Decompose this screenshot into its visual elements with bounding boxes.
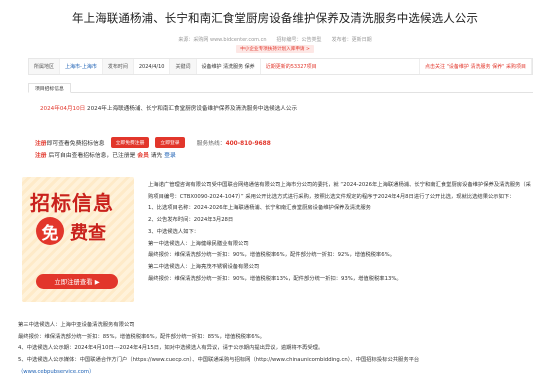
info-table: 所属地区 上海市-上海市 发布时间 2024/4/10 关键词 设备维护 清洗服… [28, 58, 533, 75]
hotline-label: 服务热线： [196, 141, 226, 147]
meta-update: 发布者：更新日期 [331, 37, 372, 43]
date-label: 发布时间 [102, 59, 134, 74]
login-line-text: 后可自由查看招标信息，已注册是 [48, 153, 136, 159]
keyword-values[interactable]: 设备维护 清洗服务 保养 [197, 59, 261, 74]
body-paragraph: 2、公告发布时间：2024年3月28日 [148, 217, 234, 224]
notice-line: 2024年04月10日 2024年上海联通杨浦、长宁和南汇食堂厨房设备维护保养及… [40, 104, 297, 112]
region-value[interactable]: 上海市-上海市 [60, 59, 103, 74]
body-paragraph: 最终报价：维保清洗部分统一折扣：85%，增值税税率6%，配件部分统一折扣：85%… [18, 333, 265, 340]
body-paragraph: 第三中选候选人：上海中亚设备清洗服务有限公司 [18, 322, 135, 328]
banner-free-badge: 免 [36, 217, 64, 245]
tag-line: 中小企业专项扶持计划入库申请 > [0, 45, 550, 53]
body-paragraph: 3、中选候选人如下： [148, 228, 200, 235]
keyword-label: 关键词 [170, 59, 197, 74]
announcement-continued: 第三中选候选人：上海中亚设备清洗服务有限公司 最终报价：维保清洗部分统一折扣：8… [18, 320, 533, 379]
body-paragraph: 第二中选候选人：上海亮茂不锈钢设备有限公司 [148, 263, 260, 270]
promo-banner[interactable]: 招标信息 免 费查 立即注册查看 ▶ [22, 177, 134, 302]
login-line: 注册 后可自由查看招标信息，已注册是 会员 请先 登录 [35, 150, 176, 159]
date-value: 2024/4/10 [134, 59, 171, 74]
body-paragraph: 最终报价：维保清洗部分统一折扣：90%，增值税税率13%，配件部分统一折扣：93… [148, 275, 402, 282]
login-line-register[interactable]: 注册 [35, 153, 47, 159]
tab-bar: 项目招标信息 [28, 83, 533, 93]
footer-link[interactable]: （www.cebpubservice.com） [18, 367, 533, 379]
recent-update-link[interactable]: 近期更新的53327项目 [261, 59, 421, 74]
sme-apply-link[interactable]: 中小企业专项扶持计划入库申请 > [236, 45, 314, 53]
hotline-number: 400-810-9688 [225, 141, 271, 147]
register-line: 注册 即可查看免费招标信息 立即免费注册 立即登录 服务热线：400-810-9… [35, 137, 271, 148]
notice-date: 2024年04月10日 [40, 106, 86, 112]
body-paragraph: 上海诺广管理咨询有限公司受中国联合网络通信有限公司上海市分公司的委托，就 “20… [148, 182, 531, 200]
announcement-body: 上海诺广管理咨询有限公司受中国联合网络通信有限公司上海市分公司的委托，就 “20… [148, 180, 534, 285]
banner-line1: 招标信息 [30, 191, 114, 215]
register-button[interactable]: 立即免费注册 [110, 137, 150, 148]
meta-bar: 来源：采购网 www.bidcenter.com.cn 招标编号：公告类型 发布… [0, 36, 550, 43]
meta-category: 招标编号：公告类型 [276, 37, 322, 43]
body-paragraph: 4、中选候选人公示期：2024年4月10日---2024年4月15日，如对中选候… [18, 345, 324, 352]
region-label: 所属地区 [29, 59, 61, 74]
login-line-text2: 请先 [150, 153, 163, 159]
meta-source: 来源：采购网 www.bidcenter.com.cn [178, 37, 267, 43]
register-text: 即可查看免费招标信息 [46, 141, 105, 147]
register-bold: 注册 [35, 141, 47, 147]
follow-project-link[interactable]: 点击关注 "设备维护 清洗服务 保养" 采购项目 [420, 59, 532, 74]
body-paragraph: 1、比选项目名称：2024-2026年上海联通杨浦、长宁和南汇食堂厨房设备维护保… [148, 205, 371, 212]
login-link[interactable]: 登录 [164, 153, 176, 159]
page-title: 年上海联通杨浦、长宁和南汇食堂厨房设备维护保养及清洗服务中选候选人公示 [72, 11, 478, 25]
tab-project-info[interactable]: 项目招标信息 [28, 83, 71, 93]
body-paragraph: 5、中选候选人公示媒体：中国联通合作方门户（https://www.cuecp.… [18, 357, 420, 364]
hotline: 服务热线：400-810-9688 [197, 138, 271, 147]
login-button[interactable]: 立即登录 [155, 137, 185, 148]
banner-line2: 费查 [70, 223, 106, 244]
notice-text[interactable]: 2024年上海联通杨浦、长宁和南汇食堂厨房设备维护保养及清洗服务中选候选人公示 [87, 106, 297, 112]
banner-register-button[interactable]: 立即注册查看 ▶ [36, 274, 118, 289]
body-paragraph: 第一中选候选人：上海健缘民膳业有限公司 [148, 240, 249, 247]
body-paragraph: 最终报价：维保清洗部分统一折扣：90%，增值税税率6%，配件部分统一折扣：92%… [148, 252, 395, 259]
login-line-vip[interactable]: 会员 [137, 153, 149, 159]
